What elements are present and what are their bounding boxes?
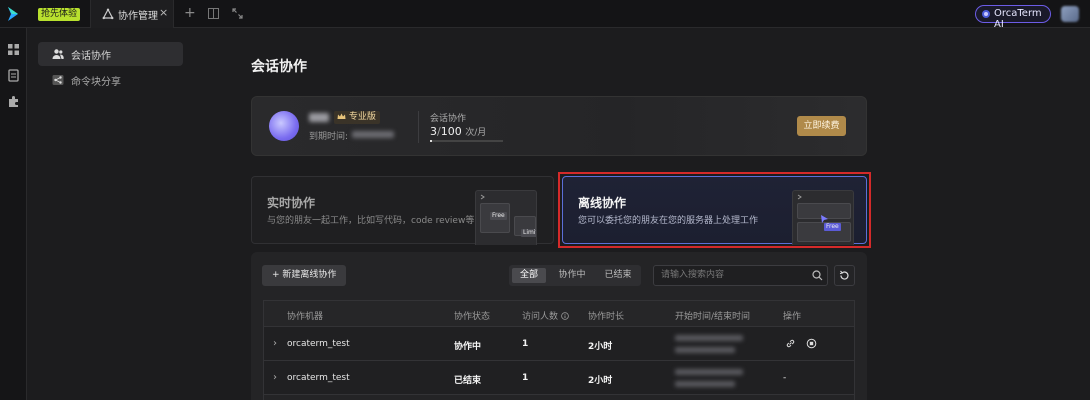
divider	[418, 111, 419, 143]
triangle-share-icon	[102, 8, 114, 20]
quota-label: 会话协作	[430, 114, 467, 124]
collab-list-panel: + 新建离线协作 全部 协作中 已结束 请输入搜索内容 协作机器 协作状态 访问…	[251, 252, 867, 400]
expire-label: 到期时间:	[309, 132, 349, 142]
thumb-tag-limits: Limits	[521, 229, 536, 237]
col-actions: 操作	[783, 312, 802, 322]
terminal-prompt-icon	[480, 194, 485, 200]
col-time: 开始时间/结束时间	[675, 312, 751, 322]
share-icon	[52, 75, 64, 85]
table-row[interactable]: › orcaterm_test 已结束 1 2小时 -	[264, 361, 854, 395]
people-icon	[52, 49, 64, 59]
expand-chevron-icon[interactable]: ›	[273, 372, 277, 383]
row-visitors: 1	[522, 339, 529, 349]
sidebar-item-command-share[interactable]: 命令块分享	[38, 68, 183, 92]
expire-date-redacted	[352, 131, 394, 138]
info-icon[interactable]	[561, 312, 569, 320]
realtime-collab-card[interactable]: 实时协作 与您的朋友一起工作，比如写代码，code review等 Free L…	[251, 176, 554, 245]
new-tab-button[interactable]: +	[184, 5, 196, 21]
orcaterm-ai-button[interactable]: OrcaTerm AI	[975, 5, 1051, 30]
orca-label: OrcaTerm AI	[994, 8, 1042, 30]
filter-ended[interactable]: 已结束	[599, 268, 637, 283]
pro-badge: 专业版	[334, 111, 380, 124]
quota-progress-fill	[430, 140, 433, 142]
search-input[interactable]: 请输入搜索内容	[653, 265, 828, 286]
plan-card: 专业版 到期时间: 会话协作 3/100 次/月 立即续费	[251, 96, 867, 156]
realtime-illustration: Free Limits	[475, 190, 537, 245]
orca-logo-icon	[982, 10, 990, 18]
user-avatar[interactable]	[1061, 6, 1079, 22]
page-title: 会话协作	[251, 59, 307, 75]
col-visitors: 访问人数	[522, 309, 569, 322]
stop-icon[interactable]	[806, 338, 817, 349]
promo-badge[interactable]: 抢先体验	[38, 8, 81, 21]
row-status: 协作中	[454, 342, 482, 352]
tab-title: 协作管理	[118, 11, 158, 22]
row-machine: orcaterm_test	[287, 339, 350, 349]
row-visitors: 1	[522, 373, 529, 383]
quota-progress-bar	[430, 140, 503, 142]
row-duration: 2小时	[588, 376, 613, 386]
sidebar: 会话协作 命令块分享	[28, 28, 198, 400]
start-time-redacted	[675, 335, 743, 341]
split-view-icon[interactable]	[208, 8, 219, 19]
expand-chevron-icon[interactable]: ›	[273, 338, 277, 349]
filter-in-progress[interactable]: 协作中	[553, 268, 591, 283]
quota-used: 3	[430, 125, 437, 138]
document-icon[interactable]	[7, 69, 20, 82]
plugin-icon[interactable]	[7, 95, 20, 108]
apps-grid-icon[interactable]	[7, 43, 20, 56]
realtime-title: 实时协作	[267, 196, 316, 210]
col-duration: 协作时长	[588, 312, 625, 322]
avatar	[269, 111, 299, 141]
thumb-tag-free: Free	[490, 212, 507, 220]
status-filter: 全部 协作中 已结束	[509, 265, 641, 286]
refresh-icon	[839, 270, 849, 280]
link-icon[interactable]	[785, 338, 796, 349]
icon-rail	[0, 28, 27, 400]
username-redacted	[309, 113, 329, 122]
sidebar-item-label: 命令块分享	[71, 77, 121, 88]
filter-all[interactable]: 全部	[512, 268, 546, 283]
tab-close-icon[interactable]: ×	[159, 6, 168, 19]
quota-total: 100	[440, 125, 462, 138]
col-visitors-label: 访问人数	[522, 312, 559, 322]
quota-value: 3/100 次/月	[430, 125, 486, 138]
row-action-none: -	[783, 373, 787, 383]
col-machine: 协作机器	[287, 312, 324, 322]
search-placeholder: 请输入搜索内容	[661, 270, 725, 280]
col-status: 协作状态	[454, 312, 491, 322]
renew-button[interactable]: 立即续费	[797, 116, 846, 136]
expand-icon[interactable]	[232, 8, 243, 19]
search-icon[interactable]	[812, 270, 823, 281]
sidebar-item-session-collab[interactable]: 会话协作	[38, 42, 183, 66]
quota-unit: 次/月	[465, 128, 487, 138]
collab-table: 协作机器 协作状态 访问人数 协作时长 开始时间/结束时间 操作 › orcat…	[263, 300, 855, 400]
row-status: 已结束	[454, 376, 482, 386]
tab-collab-management[interactable]: 协作管理 ×	[90, 0, 174, 28]
table-header: 协作机器 协作状态 访问人数 协作时长 开始时间/结束时间 操作	[264, 301, 854, 327]
refresh-button[interactable]	[834, 265, 855, 286]
crown-icon	[337, 113, 346, 119]
selection-highlight	[558, 172, 871, 248]
top-bar: 抢先体验 协作管理 × + OrcaTerm AI	[0, 0, 1090, 30]
row-duration: 2小时	[588, 342, 613, 352]
row-machine: orcaterm_test	[287, 373, 350, 383]
new-offline-collab-button[interactable]: + 新建离线协作	[262, 265, 346, 286]
pro-badge-label: 专业版	[348, 112, 376, 122]
table-row[interactable]: › orcaterm_test 协作中 1 2小时	[264, 327, 854, 361]
sidebar-item-label: 会话协作	[71, 51, 111, 62]
start-time-redacted	[675, 369, 743, 375]
app-logo-icon[interactable]	[6, 6, 20, 22]
end-time-redacted	[675, 381, 735, 387]
realtime-desc: 与您的朋友一起工作，比如写代码，code review等	[267, 216, 475, 226]
end-time-redacted	[675, 347, 735, 353]
